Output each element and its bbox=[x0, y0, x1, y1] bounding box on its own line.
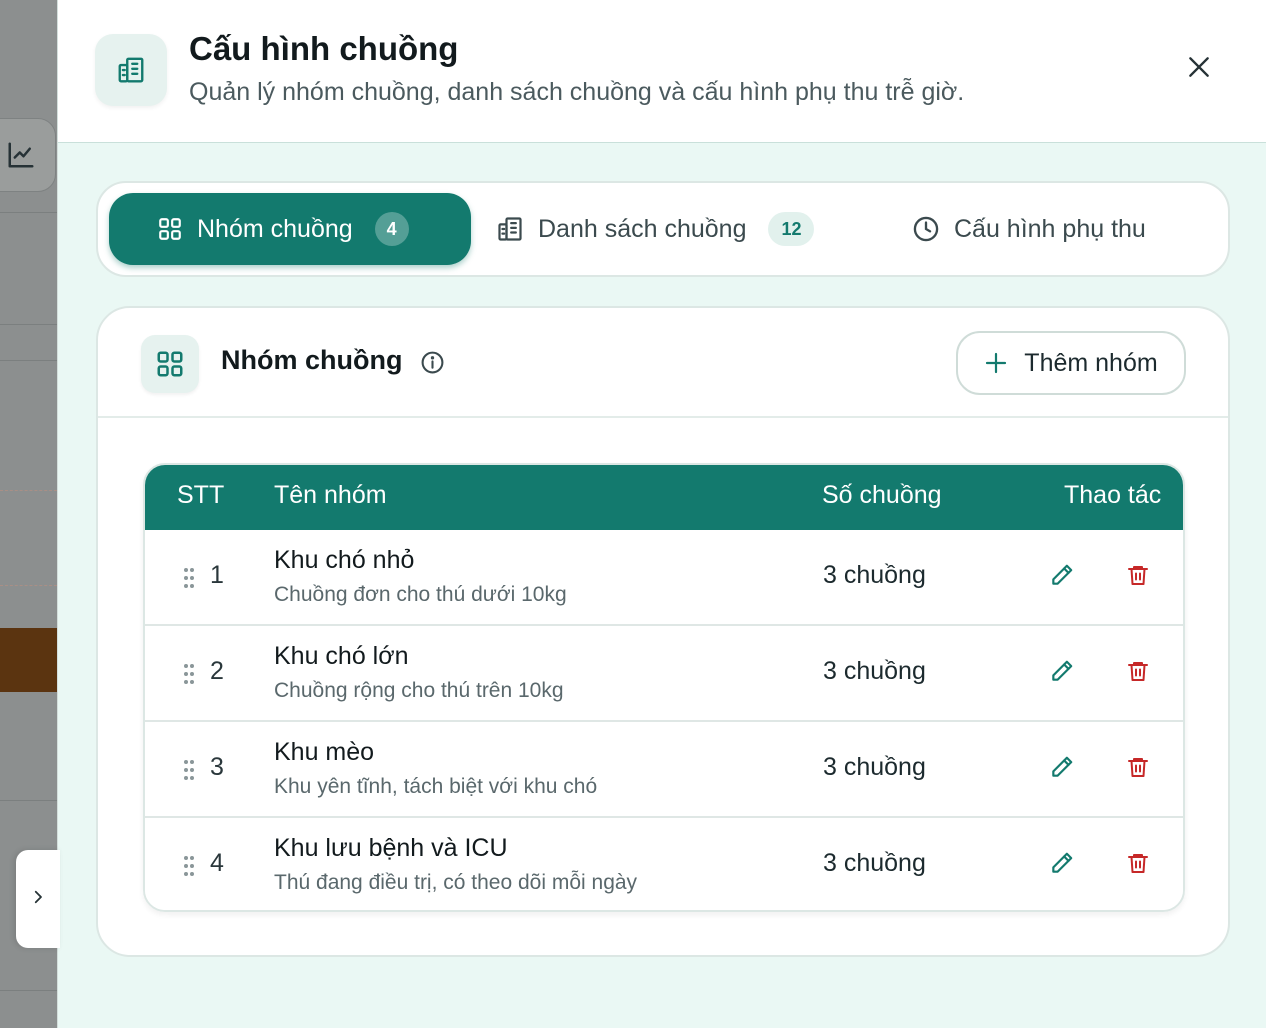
trash-icon[interactable] bbox=[1126, 659, 1150, 688]
line-chart-icon bbox=[6, 140, 36, 175]
background-divider bbox=[0, 212, 57, 213]
add-group-button[interactable]: Thêm nhóm bbox=[956, 331, 1186, 395]
cage-count: 3 chuồng bbox=[823, 849, 926, 877]
group-name: Khu chó nhỏ bbox=[274, 546, 415, 574]
group-name: Khu mèo bbox=[274, 738, 375, 766]
background-highlight-row bbox=[0, 628, 57, 692]
group-description: Thú đang điều trị, có theo dõi mỗi ngày bbox=[274, 871, 638, 894]
trash-icon[interactable] bbox=[1126, 851, 1150, 880]
table-row: 1 Khu chó nhỏ Chuồng đơn cho thú dưới 10kg… bbox=[145, 530, 1183, 626]
background-divider bbox=[0, 324, 57, 325]
tab-label: Nhóm chuồng bbox=[197, 214, 353, 243]
table-row: 3 Khu mèo Khu yên tĩnh, tách biệt với khu … bbox=[145, 722, 1183, 818]
count-badge: 4 bbox=[374, 212, 409, 246]
row-index: 4 bbox=[210, 849, 224, 877]
group-description: Chuồng đơn cho thú dưới 10kg bbox=[274, 583, 567, 606]
section-title: Nhóm chuồng bbox=[221, 345, 403, 375]
table-header: STT Tên nhóm Số chuồng Thao tác bbox=[145, 465, 1183, 530]
grid-icon bbox=[141, 335, 199, 393]
tab-bar: Nhóm chuồng 4 Danh sách chuồng 12 Cấu hì… bbox=[96, 181, 1230, 277]
tab-cage-groups[interactable]: Nhóm chuồng 4 bbox=[109, 193, 471, 265]
table-row: 4 Khu lưu bệnh và ICU Thú đang điều trị, c… bbox=[145, 818, 1183, 910]
column-header-name: Tên nhóm bbox=[274, 481, 387, 509]
row-index: 3 bbox=[210, 753, 224, 781]
drag-handle-icon[interactable] bbox=[183, 759, 195, 786]
group-name: Khu lưu bệnh và ICU bbox=[274, 834, 508, 862]
tab-label: Cấu hình phụ thu bbox=[954, 214, 1146, 243]
group-description: Khu yên tĩnh, tách biệt với khu chó bbox=[274, 775, 598, 798]
grid-icon bbox=[157, 216, 183, 242]
background-divider bbox=[0, 800, 57, 801]
drag-handle-icon[interactable] bbox=[183, 663, 195, 690]
edit-icon[interactable] bbox=[1049, 850, 1075, 881]
column-header-count: Số chuồng bbox=[822, 481, 942, 509]
tab-label: Danh sách chuồng bbox=[538, 214, 747, 243]
column-header-actions: Thao tác bbox=[1064, 481, 1162, 509]
group-description: Chuồng rộng cho thú trên 10kg bbox=[274, 679, 564, 702]
background-dashed-divider bbox=[0, 585, 57, 586]
close-icon bbox=[1186, 54, 1212, 85]
cage-count: 3 chuồng bbox=[823, 753, 926, 781]
background-dashed-divider bbox=[0, 490, 57, 491]
close-button[interactable] bbox=[1182, 52, 1216, 86]
plus-icon bbox=[984, 351, 1008, 375]
trash-icon[interactable] bbox=[1126, 563, 1150, 592]
cage-groups-table: STT Tên nhóm Số chuồng Thao tác 1 Khu chó… bbox=[143, 463, 1185, 912]
row-index: 2 bbox=[210, 657, 224, 685]
trash-icon[interactable] bbox=[1126, 755, 1150, 784]
clock-icon bbox=[912, 215, 940, 243]
info-icon[interactable] bbox=[420, 350, 445, 380]
background-divider bbox=[0, 990, 57, 991]
edit-icon[interactable] bbox=[1049, 658, 1075, 689]
cage-count: 3 chuồng bbox=[823, 657, 926, 685]
expand-sidebar-button[interactable] bbox=[16, 850, 60, 948]
tab-cage-list[interactable]: Danh sách chuồng 12 bbox=[496, 193, 815, 265]
edit-icon[interactable] bbox=[1049, 754, 1075, 785]
cage-groups-card: Nhóm chuồng Thêm nhóm STT Tên nhóm Số ch… bbox=[96, 306, 1230, 957]
drag-handle-icon[interactable] bbox=[183, 855, 195, 882]
building-icon bbox=[496, 215, 524, 243]
cage-config-drawer: Cấu hình chuồng Quản lý nhóm chuồng, dan… bbox=[57, 0, 1266, 1028]
building-icon bbox=[95, 34, 167, 106]
column-header-stt: STT bbox=[177, 481, 225, 509]
page-subtitle: Quản lý nhóm chuồng, danh sách chuồng và… bbox=[189, 78, 965, 106]
count-badge: 12 bbox=[768, 212, 815, 246]
row-index: 1 bbox=[210, 561, 224, 589]
chevron-right-icon bbox=[29, 886, 47, 913]
background-divider bbox=[0, 360, 57, 361]
group-name: Khu chó lớn bbox=[274, 642, 409, 670]
drawer-header: Cấu hình chuồng Quản lý nhóm chuồng, dan… bbox=[58, 0, 1266, 143]
card-header: Nhóm chuồng Thêm nhóm bbox=[98, 308, 1228, 418]
page-title: Cấu hình chuồng bbox=[189, 30, 459, 67]
drag-handle-icon[interactable] bbox=[183, 567, 195, 594]
cage-count: 3 chuồng bbox=[823, 561, 926, 589]
table-row: 2 Khu chó lớn Chuồng rộng cho thú trên 10k… bbox=[145, 626, 1183, 722]
add-group-label: Thêm nhóm bbox=[1024, 348, 1158, 377]
edit-icon[interactable] bbox=[1049, 562, 1075, 593]
tab-surcharge-config[interactable]: Cấu hình phụ thu bbox=[912, 193, 1146, 265]
